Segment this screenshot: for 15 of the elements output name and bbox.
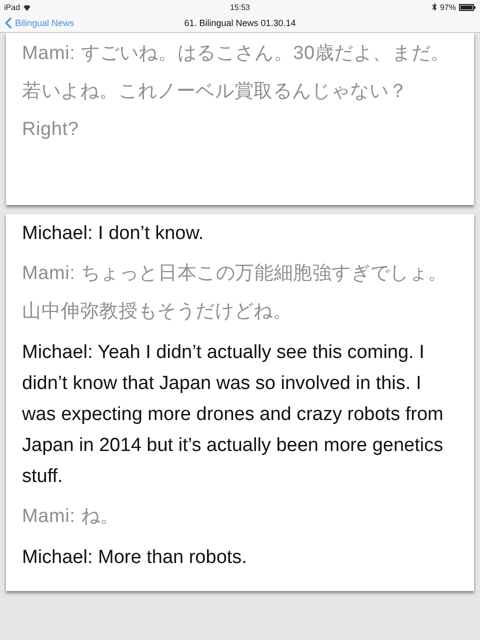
clock-time: 15:53: [230, 2, 250, 12]
dialogue-line: Michael: Yeah I didn’t actually see this coming. I didn’t know that Japan was so involved in this. I was expecting more drones and crazy robots from Japan in 2014 but it’s actually been more genetics stuff.: [22, 341, 444, 489]
dialogue-line: Mami: ね。: [22, 505, 120, 529]
page-title: 61. Bilingual News 01.30.14: [184, 18, 296, 28]
battery-percent: 97%: [440, 2, 456, 12]
dialogue-line: Michael: More than robots.: [22, 546, 248, 570]
back-button[interactable]: Bilingual News: [0, 17, 80, 29]
bluetooth-icon: [432, 3, 437, 11]
battery-icon: [459, 4, 476, 10]
chevron-left-icon: [5, 17, 12, 29]
dialogue-line: Mami: ちょっと日本この万能細胞強すぎでしょ。山中伸弥教授もそうだけどね。: [22, 262, 448, 324]
dialogue-line: Michael: I don’t know.: [22, 222, 205, 246]
wifi-icon: [23, 4, 32, 10]
dialogue-line: Mami: すごいね。はるこさん。30歳だよ、まだ。若いよね。これノーベル賞取るんじゃない？Right?: [22, 42, 451, 142]
device-name: iPad: [4, 2, 20, 12]
